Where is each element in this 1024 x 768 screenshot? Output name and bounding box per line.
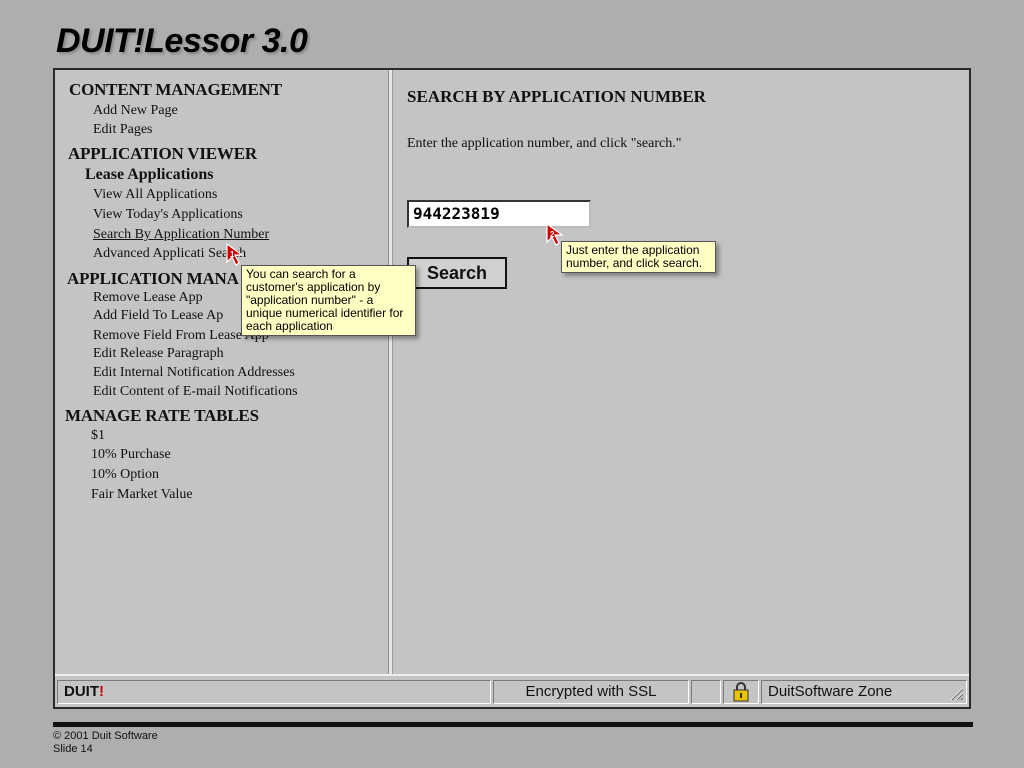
footer-slide-number: Slide 14 — [53, 743, 93, 755]
tooltip-search-explanation: You can search for a customer's applicat… — [241, 265, 416, 336]
sidebar-item-edit-release-paragraph[interactable]: Edit Release Paragraph — [93, 346, 224, 362]
status-empty-cell — [691, 680, 721, 704]
resize-grip-icon[interactable] — [948, 685, 964, 701]
status-ssl: Encrypted with SSL — [493, 680, 689, 704]
sidebar-item-add-new-page[interactable]: Add New Page — [93, 103, 178, 119]
sidebar-heading-application-management: APPLICATION MANA — [67, 269, 239, 288]
sidebar-heading-content-management: CONTENT MANAGEMENT — [69, 80, 282, 99]
lock-icon — [733, 682, 749, 702]
sidebar-item-add-field-to-lease-app[interactable]: Add Field To Lease Ap — [93, 308, 223, 324]
sidebar-item-remove-lease-app[interactable]: Remove Lease App — [93, 290, 203, 306]
cursor-marker-1-label: 1 — [230, 250, 235, 259]
sidebar-item-rate-1[interactable]: $1 — [91, 428, 105, 444]
status-lock — [723, 680, 759, 704]
slide-footer: © 2001 Duit Software Slide 14 — [53, 730, 158, 756]
brand-name: DUIT — [64, 683, 99, 700]
sidebar-heading-application-viewer: APPLICATION VIEWER — [68, 144, 257, 163]
sidebar-item-edit-internal-notification-addresses[interactable]: Edit Internal Notification Addresses — [93, 365, 295, 381]
sidebar-item-view-all-applications[interactable]: View All Applications — [93, 187, 217, 203]
sidebar-item-search-by-application-number[interactable]: Search By Application Number — [93, 227, 269, 243]
cursor-marker-1-icon: 1 — [226, 242, 244, 266]
sidebar-item-rate-fair-market-value[interactable]: Fair Market Value — [91, 487, 193, 503]
sidebar-item-advanced-application-search[interactable]: Advanced Applicati Search — [93, 246, 246, 262]
slide-title: DUIT!Lessor 3.0 — [56, 22, 308, 60]
instruction-text: Enter the application number, and click … — [407, 136, 682, 151]
sidebar: CONTENT MANAGEMENT Add New Page Edit Pag… — [55, 70, 389, 674]
footer-divider — [53, 722, 973, 727]
sidebar-item-rate-10-option[interactable]: 10% Option — [91, 467, 159, 483]
status-brand: DUIT! — [57, 680, 491, 704]
status-zone-label: DuitSoftware Zone — [768, 683, 893, 700]
browser-window: CONTENT MANAGEMENT Add New Page Edit Pag… — [53, 68, 971, 709]
footer-copyright: © 2001 Duit Software — [53, 730, 158, 742]
sidebar-item-edit-pages[interactable]: Edit Pages — [93, 122, 153, 138]
search-button[interactable]: Search — [407, 257, 507, 289]
sidebar-item-rate-10-purchase[interactable]: 10% Purchase — [91, 447, 171, 463]
tooltip-enter-number: Just enter the application number, and c… — [561, 241, 716, 273]
page-title: SEARCH BY APPLICATION NUMBER — [407, 87, 706, 106]
brand-bang: ! — [99, 683, 104, 700]
main-content: SEARCH BY APPLICATION NUMBER Enter the a… — [393, 70, 969, 674]
status-zone: DuitSoftware Zone — [761, 680, 967, 704]
sidebar-heading-manage-rate-tables: MANAGE RATE TABLES — [65, 406, 259, 425]
cursor-marker-2-icon: 2 — [546, 222, 564, 246]
sidebar-item-view-todays-applications[interactable]: View Today's Applications — [93, 207, 243, 223]
cursor-marker-2-label: 2 — [550, 230, 555, 239]
sidebar-subheading-lease-applications: Lease Applications — [85, 166, 214, 183]
sidebar-item-edit-content-email-notifications[interactable]: Edit Content of E-mail Notifications — [93, 384, 298, 400]
status-bar: DUIT! Encrypted with SSL DuitSoftware Zo… — [55, 674, 969, 707]
